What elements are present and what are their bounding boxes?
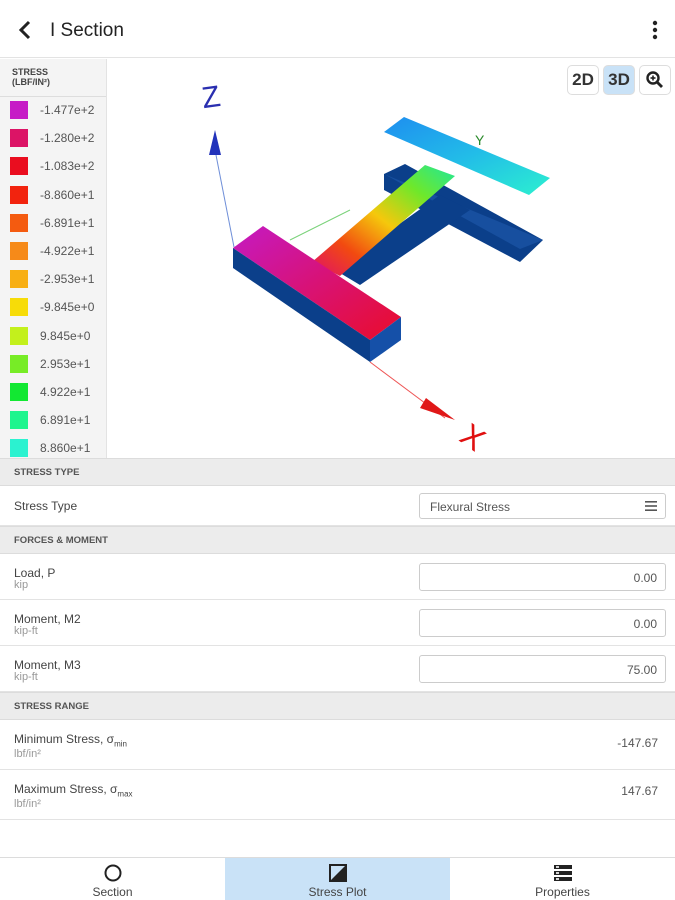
- legend-value: 2.953e+1: [40, 356, 91, 371]
- x-axis-arrow: [420, 398, 455, 420]
- legend-value: -9.845e+0: [40, 300, 95, 315]
- load-input[interactable]: 0.00: [419, 563, 666, 591]
- back-arrow-icon[interactable]: [14, 18, 38, 42]
- legend-value: 4.922e+1: [40, 384, 91, 399]
- legend-swatch: [10, 101, 28, 119]
- stress-type-value: Flexural Stress: [430, 500, 511, 514]
- z-axis-line: [215, 154, 235, 248]
- min-stress-label: Minimum Stress, σmin: [14, 732, 127, 749]
- stress-legend: STRESS (LBF/IN²) -1.477e+2 -1.280e+2 -1.08…: [0, 59, 107, 458]
- moment-m3-row: Moment, M3 kip-ft 75.00: [0, 646, 675, 692]
- legend-row: 2.953e+1: [0, 351, 106, 379]
- circle-section-icon: [104, 864, 121, 882]
- legend-row: 6.891e+1: [0, 407, 106, 435]
- legend-value: -1.280e+2: [40, 131, 95, 146]
- legend-swatch: [10, 326, 28, 345]
- forces-heading: FORCES & MOMENT: [0, 526, 675, 554]
- stress-type-label: Stress Type: [14, 499, 78, 513]
- nav-properties-label: Properties: [535, 885, 590, 899]
- legend-row: -8.860e+1: [0, 182, 106, 210]
- legend-swatch: [10, 213, 28, 232]
- bottom-navigation: Section Stress Plot Properties: [0, 857, 675, 900]
- stress-type-row: Stress Type Flexural Stress: [0, 486, 675, 526]
- legend-swatch: [10, 157, 28, 176]
- legend-swatch: [10, 354, 28, 373]
- legend-value: -4.922e+1: [40, 243, 95, 258]
- legend-row: 9.845e+0: [0, 323, 106, 351]
- moment-m3-label: Moment, M3: [14, 658, 81, 672]
- min-stress-unit: lbf/in²: [14, 748, 41, 760]
- z-axis-arrow: [209, 130, 221, 155]
- stress-3d-viewport[interactable]: 2D 3D Z X Y: [108, 59, 675, 458]
- properties-list-icon: [553, 865, 572, 881]
- legend-row: -1.280e+2: [0, 125, 106, 153]
- moment-m2-unit: kip-ft: [14, 625, 38, 637]
- legend-swatch: [10, 439, 28, 458]
- max-stress-unit: lbf/in²: [14, 798, 41, 810]
- y-axis-label: Y: [475, 132, 485, 148]
- legend-row: 4.922e+1: [0, 379, 106, 407]
- legend-value: -1.083e+2: [40, 159, 95, 174]
- stress-range-heading: STRESS RANGE: [0, 692, 675, 720]
- legend-row: 8.860e+1: [0, 435, 106, 458]
- moment-m3-unit: kip-ft: [14, 671, 38, 683]
- legend-row: -1.477e+2: [0, 97, 106, 125]
- nav-properties[interactable]: Properties: [450, 858, 675, 900]
- legend-row: -9.845e+0: [0, 294, 106, 322]
- legend-title: STRESS: [12, 67, 49, 77]
- stress-type-select[interactable]: Flexural Stress: [419, 493, 666, 519]
- legend-value: -6.891e+1: [40, 215, 95, 230]
- max-stress-value: 147.67: [621, 784, 658, 798]
- legend-header: STRESS (LBF/IN²): [0, 59, 106, 97]
- legend-value: -8.860e+1: [40, 187, 95, 202]
- legend-value: 9.845e+0: [40, 328, 91, 343]
- y-axis-line: [289, 209, 351, 241]
- load-label: Load, P: [14, 566, 56, 580]
- legend-swatch: [10, 241, 28, 260]
- legend-row: -1.083e+2: [0, 153, 106, 181]
- stress-type-heading: STRESS TYPE: [0, 458, 675, 486]
- legend-value: 6.891e+1: [40, 413, 91, 428]
- moment-m2-input[interactable]: 0.00: [419, 609, 666, 637]
- legend-value: -2.953e+1: [40, 272, 95, 287]
- nav-section-label: Section: [92, 885, 133, 899]
- max-stress-row: Maximum Stress, σmax lbf/in² 147.67: [0, 770, 675, 820]
- legend-value: 8.860e+1: [40, 441, 91, 456]
- nav-stress-plot-label: Stress Plot: [308, 885, 367, 899]
- legend-swatch: [10, 411, 28, 430]
- more-vert-icon[interactable]: [645, 18, 665, 42]
- moment-m2-label: Moment, M2: [14, 612, 81, 626]
- legend-swatch: [10, 185, 28, 204]
- legend-swatch: [10, 298, 28, 317]
- legend-unit: (LBF/IN²): [12, 77, 50, 87]
- max-stress-label: Maximum Stress, σmax: [14, 782, 133, 799]
- legend-swatch: [10, 382, 28, 401]
- stress-plot-icon: [328, 864, 347, 882]
- app-bar: I Section: [0, 0, 675, 58]
- i-section-3d-model: [209, 117, 550, 420]
- moment-m3-input[interactable]: 75.00: [419, 655, 666, 683]
- min-stress-value: -147.67: [617, 736, 658, 750]
- list-menu-icon: [645, 501, 657, 511]
- nav-section[interactable]: Section: [0, 858, 225, 900]
- legend-swatch: [10, 270, 28, 289]
- legend-swatch: [10, 129, 28, 148]
- legend-row: -4.922e+1: [0, 238, 106, 266]
- load-row: Load, P kip 0.00: [0, 554, 675, 600]
- nav-stress-plot[interactable]: Stress Plot: [225, 858, 450, 900]
- page-title: I Section: [50, 20, 124, 41]
- moment-m2-row: Moment, M2 kip-ft 0.00: [0, 600, 675, 646]
- legend-row: -6.891e+1: [0, 210, 106, 238]
- load-unit: kip: [14, 579, 29, 591]
- min-stress-row: Minimum Stress, σmin lbf/in² -147.67: [0, 720, 675, 770]
- legend-value: -1.477e+2: [40, 103, 95, 117]
- legend-row: -2.953e+1: [0, 266, 106, 294]
